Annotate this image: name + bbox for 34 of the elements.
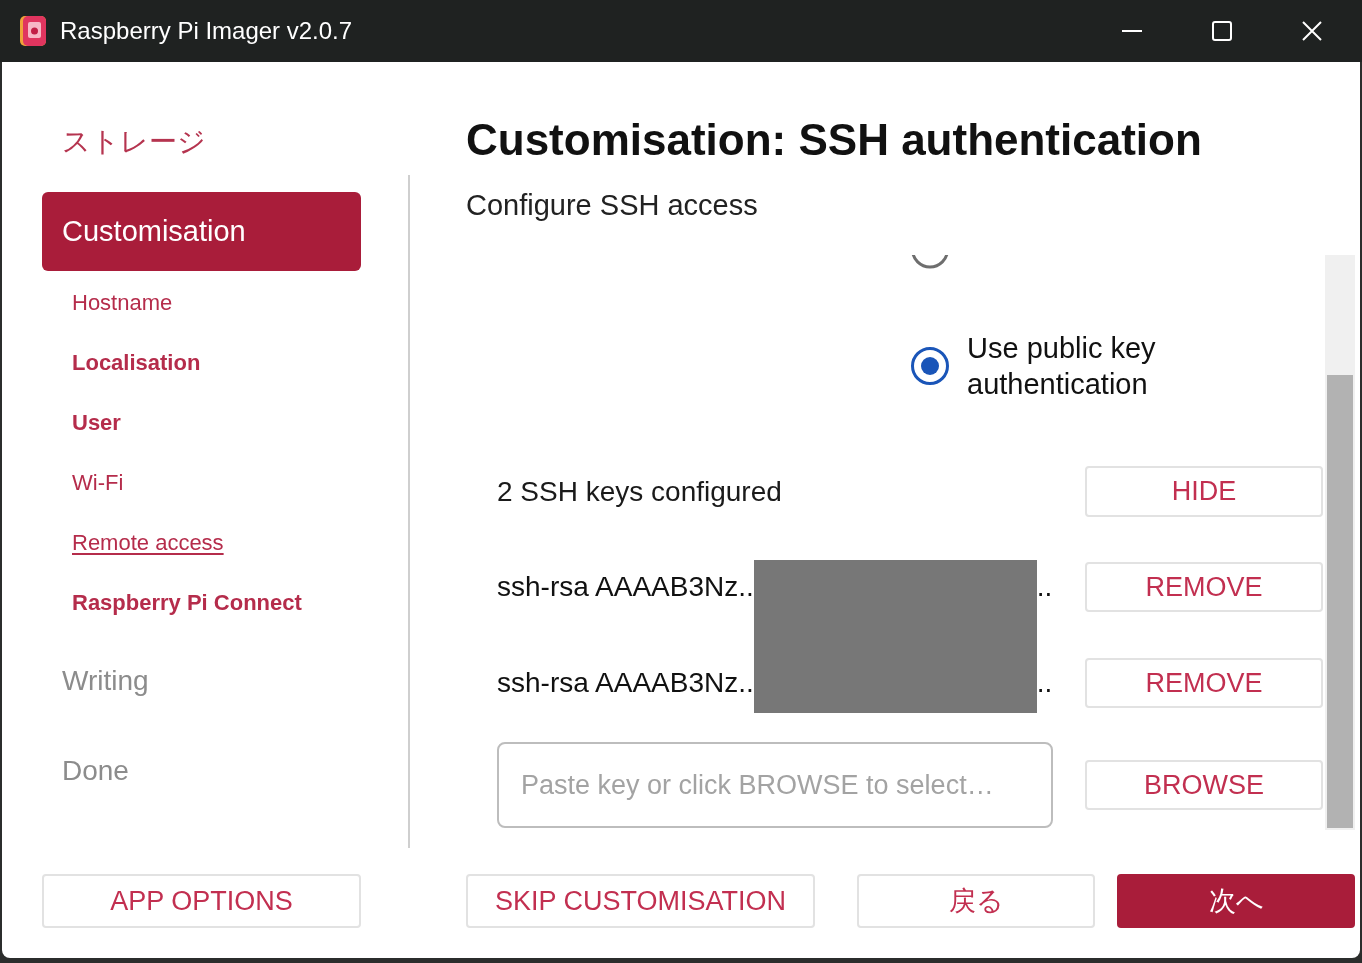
scrollbar[interactable] <box>1325 255 1355 830</box>
key-text: ssh-rsa AAAAB3Nz.. <box>497 667 754 699</box>
footer-button[interactable]: 戻る <box>857 874 1095 928</box>
radio-button[interactable] <box>910 255 950 269</box>
key-text: .. <box>1036 571 1053 603</box>
footer-button[interactable]: 次へ <box>1117 874 1355 928</box>
maximize-icon <box>1212 21 1232 41</box>
key-text: ssh-rsa AAAAB3Nz.. <box>497 571 754 603</box>
remove-button[interactable]: REMOVE <box>1085 658 1323 708</box>
sidebar-step[interactable]: Customisation <box>42 192 361 271</box>
app-options-button[interactable]: APP OPTIONS <box>42 874 361 928</box>
footer-button[interactable]: SKIP CUSTOMISATION <box>466 874 815 928</box>
page-subtitle: Configure SSH access <box>466 188 759 223</box>
radio-button[interactable] <box>910 346 950 386</box>
sidebar-step[interactable]: ストレージ <box>42 97 361 187</box>
sidebar-subitem[interactable]: Localisation <box>42 333 201 393</box>
scrollbar-thumb[interactable] <box>1327 375 1353 828</box>
sidebar-subitem[interactable]: Wi-Fi <box>42 453 124 513</box>
sidebar-subitem[interactable]: Remote access <box>42 513 224 573</box>
app-icon <box>20 16 46 46</box>
sidebar-subitem[interactable]: User <box>42 393 121 453</box>
hide-button[interactable]: HIDE <box>1085 466 1323 517</box>
key-input[interactable]: Paste key or click BROWSE to select… <box>497 742 1053 828</box>
browse-button[interactable]: BROWSE <box>1085 760 1323 810</box>
close-icon <box>1302 21 1322 41</box>
minimize-icon <box>1122 30 1142 32</box>
remove-button[interactable]: REMOVE <box>1085 562 1323 612</box>
page-title: Customisation: SSH authentication <box>466 114 1203 166</box>
sidebar-subitem[interactable]: Hostname <box>42 273 173 333</box>
keys-summary: 2 SSH keys configured <box>497 475 782 508</box>
key-text: .. <box>1036 667 1053 699</box>
sidebar-subitem[interactable]: Raspberry Pi Connect <box>42 573 302 633</box>
radio-label[interactable]: Use public key authentication <box>967 330 1217 402</box>
window-title: Raspberry Pi Imager v2.0.7 <box>60 17 353 45</box>
